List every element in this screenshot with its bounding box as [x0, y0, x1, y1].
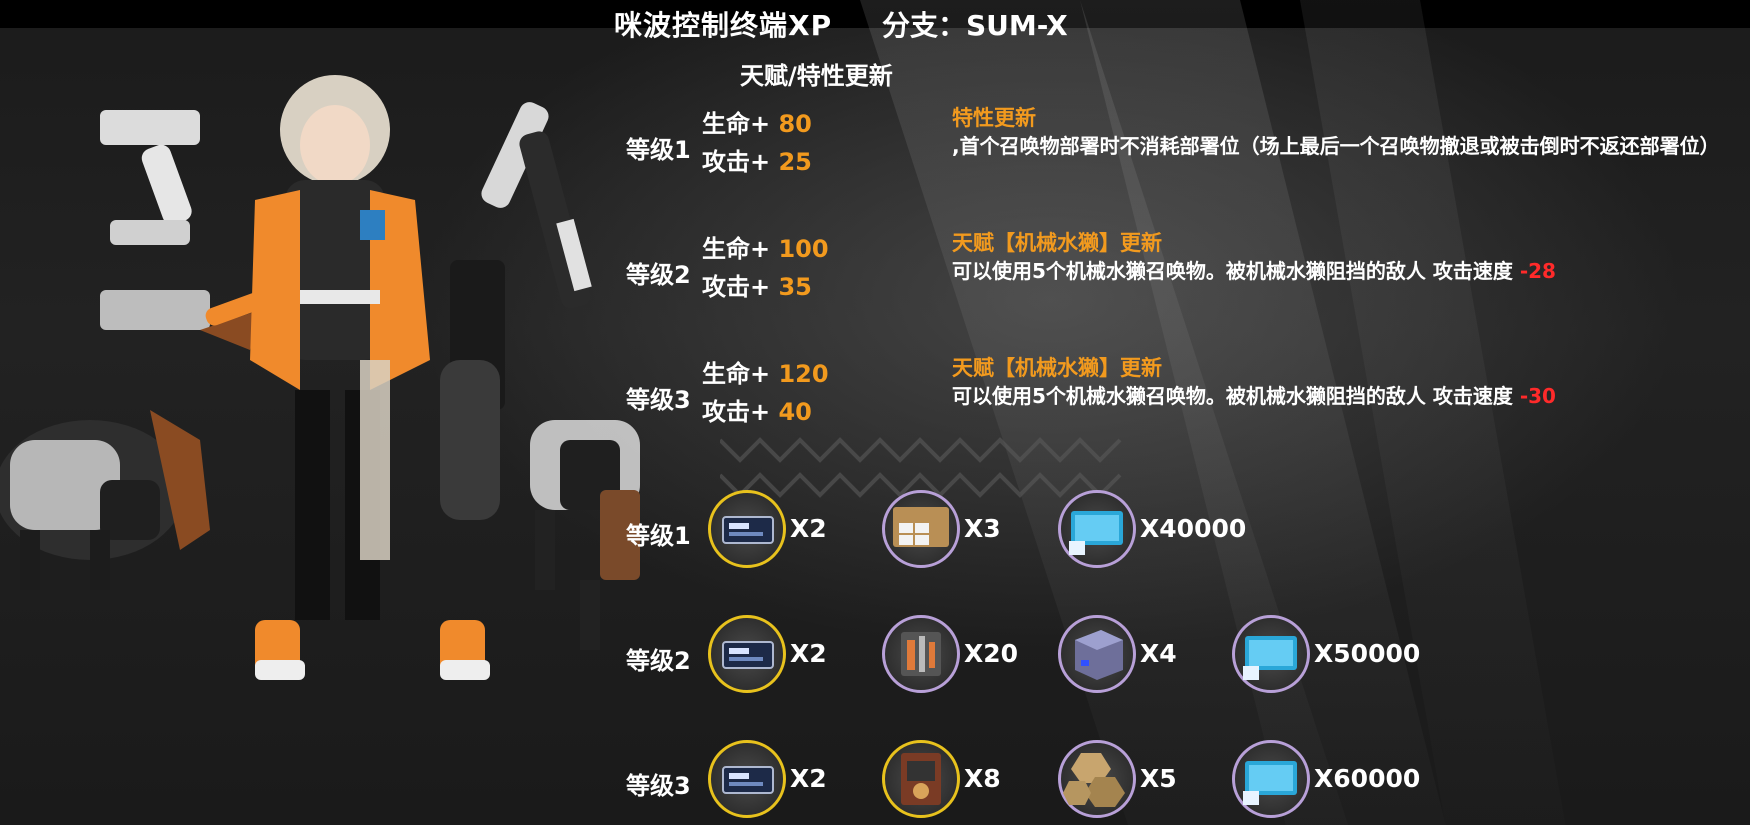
tool-kit-icon[interactable]: [882, 615, 960, 693]
lmd-chip-icon[interactable]: [1232, 615, 1310, 693]
desc-text: 可以使用5个机械水獭召唤物。被机械水獭阻挡的敌人 攻击速度: [952, 384, 1520, 408]
atk-label: 攻击+: [702, 273, 771, 301]
hp-value: 100: [778, 235, 829, 263]
robot-dog-left: [0, 410, 210, 590]
material-quantity: X2: [790, 764, 827, 793]
atk-bonus: 攻击+ 40: [702, 392, 812, 427]
upgrade-screen: 咪波控制终端XP 分支：SUM-X 天赋/特性更新 等级1 生命+ 80 攻击+…: [0, 0, 1750, 825]
hp-label: 生命+: [702, 110, 771, 138]
level-label: 等级2: [626, 261, 691, 289]
lmd-chip-icon[interactable]: [1232, 740, 1310, 818]
desc-value: -28: [1519, 259, 1556, 283]
hp-value: 80: [778, 110, 812, 138]
level-label: 等级3: [626, 772, 691, 800]
crystal-cube-icon[interactable]: [1058, 615, 1136, 693]
update-description: ,首个召唤物部署时不消耗部署位（场上最后一个召唤物撤退或被击倒时不返还部署位）: [952, 131, 1732, 161]
material-quantity: X40000: [1140, 514, 1247, 543]
atk-label: 攻击+: [702, 398, 771, 426]
hp-label: 生命+: [702, 360, 771, 388]
desc-text: 可以使用5个机械水獭召唤物。被机械水獭阻挡的敌人 攻击速度: [952, 259, 1520, 283]
level-label: 等级1: [626, 136, 691, 164]
module-data-block-icon[interactable]: [708, 740, 786, 818]
level-label: 等级3: [626, 386, 691, 414]
desc-text: ,首个召唤物部署时不消耗部署位（场上最后一个召唤物撤退或被击倒时不返还部署位）: [952, 134, 1720, 158]
operator-illustration: [0, 75, 640, 680]
title-main: 咪波控制终端XP: [614, 9, 833, 42]
supply-box-icon[interactable]: [882, 490, 960, 568]
level-label: 等级2: [626, 647, 691, 675]
atk-bonus: 攻击+ 25: [702, 142, 812, 177]
material-quantity: X5: [1140, 764, 1177, 793]
material-quantity: X2: [790, 639, 827, 668]
hp-label: 生命+: [702, 235, 771, 263]
material-quantity: X4: [1140, 639, 1177, 668]
material-quantity: X8: [964, 764, 1001, 793]
atk-label: 攻击+: [702, 148, 771, 176]
talent-section-title: 天赋/特性更新: [740, 62, 893, 90]
stone-hex-icon[interactable]: [1058, 740, 1136, 818]
material-quantity: X3: [964, 514, 1001, 543]
update-title: 天赋【机械水獭】更新: [952, 231, 1162, 255]
level-label: 等级1: [626, 522, 691, 550]
module-data-block-icon[interactable]: [708, 615, 786, 693]
update-description: 可以使用5个机械水獭召唤物。被机械水獭阻挡的敌人 攻击速度 -28: [952, 256, 1742, 286]
hp-bonus: 生命+ 120: [702, 354, 829, 389]
atk-value: 40: [778, 398, 812, 426]
material-quantity: X60000: [1314, 764, 1421, 793]
material-quantity: X20: [964, 639, 1019, 668]
atk-value: 35: [778, 273, 812, 301]
title-branch: 分支：SUM-X: [882, 9, 1068, 42]
update-title: 天赋【机械水獭】更新: [952, 356, 1162, 380]
device-icon[interactable]: [882, 740, 960, 818]
hp-bonus: 生命+ 100: [702, 229, 829, 264]
update-description: 可以使用5个机械水獭召唤物。被机械水獭阻挡的敌人 攻击速度 -30: [952, 381, 1742, 411]
material-quantity: X50000: [1314, 639, 1421, 668]
atk-bonus: 攻击+ 35: [702, 267, 812, 302]
module-data-block-icon[interactable]: [708, 490, 786, 568]
atk-value: 25: [778, 148, 812, 176]
robot-dog-right: [530, 420, 640, 650]
update-title: 特性更新: [952, 106, 1036, 130]
lmd-chip-icon[interactable]: [1058, 490, 1136, 568]
desc-value: -30: [1519, 384, 1556, 408]
material-quantity: X2: [790, 514, 827, 543]
hp-bonus: 生命+ 80: [702, 104, 812, 139]
hp-value: 120: [778, 360, 829, 388]
